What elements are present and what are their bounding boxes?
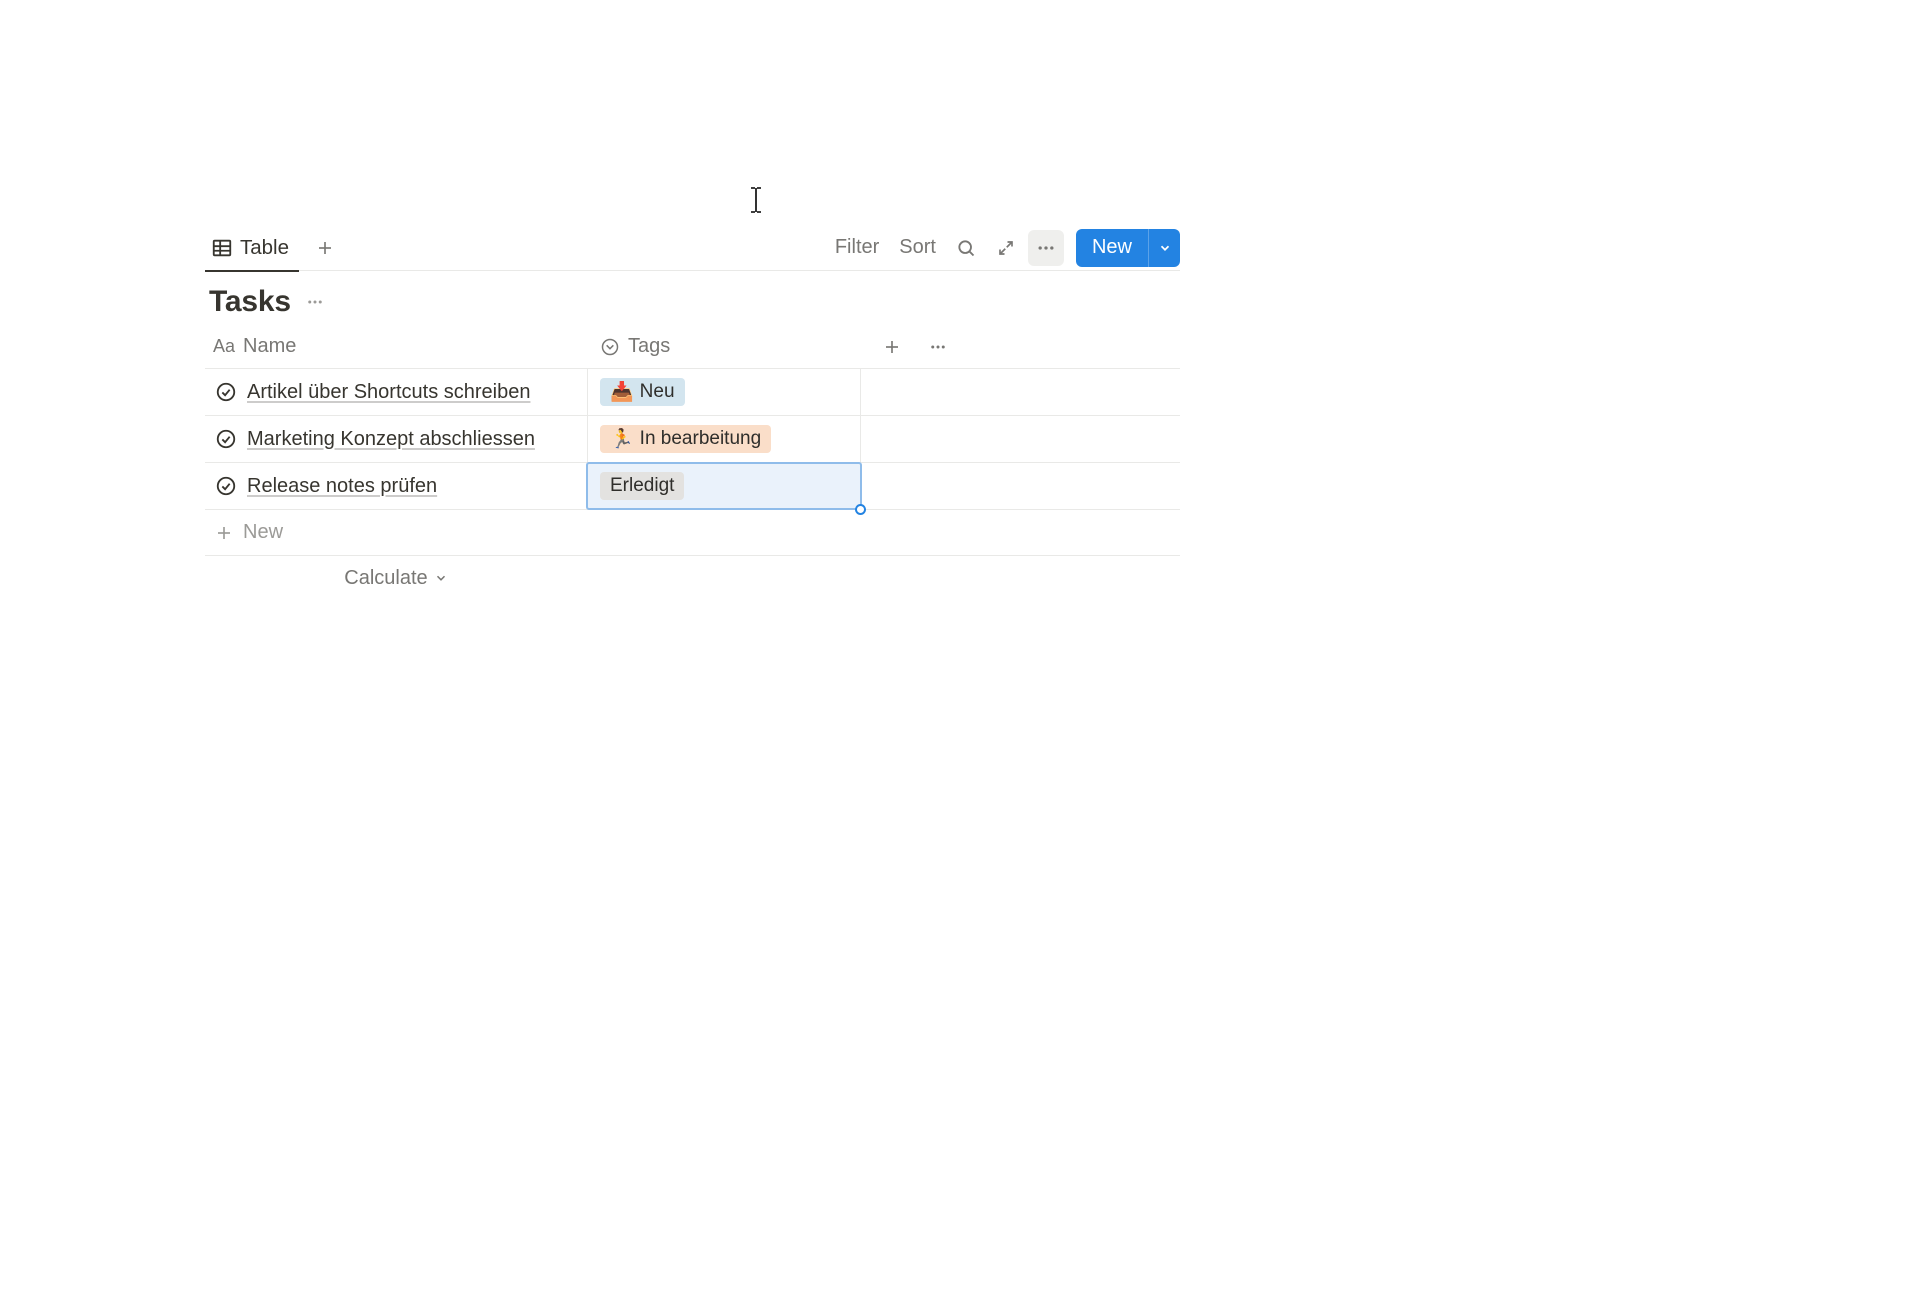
page-title-link[interactable]: Release notes prüfen: [247, 475, 437, 498]
cell-tags[interactable]: Erledigt: [587, 463, 861, 509]
todo-status-icon[interactable]: [215, 381, 237, 403]
table-header-row: Aa Name Tags: [205, 325, 1180, 369]
column-options-button[interactable]: [923, 332, 953, 362]
dots-horizontal-icon: [306, 293, 324, 311]
cell-fill-handle[interactable]: [855, 504, 866, 515]
page-title-link[interactable]: Artikel über Shortcuts schreiben: [247, 381, 530, 404]
search-button[interactable]: [948, 230, 984, 266]
text-property-icon: Aa: [213, 336, 235, 357]
dots-horizontal-icon: [929, 338, 947, 356]
cell-empty[interactable]: [861, 369, 1180, 415]
cell-tags[interactable]: 📥 Neu: [587, 369, 861, 415]
more-options-button[interactable]: [1028, 230, 1064, 266]
tag-label: Neu: [640, 381, 675, 403]
cell-empty[interactable]: [861, 416, 1180, 462]
tag-emoji: 🏃: [610, 427, 634, 451]
table-body: Artikel über Shortcuts schreiben 📥 Neu Mark…: [205, 369, 1180, 510]
cell-name[interactable]: Marketing Konzept abschliessen: [205, 416, 587, 462]
sort-button[interactable]: Sort: [891, 230, 944, 266]
database-toolbar: Table Filter Sort: [205, 225, 1180, 271]
table-row: Marketing Konzept abschliessen 🏃 In bearbe…: [205, 416, 1180, 463]
tag-label: In bearbeitung: [640, 428, 762, 450]
database-block: Table Filter Sort: [205, 225, 1180, 600]
status-tag: Erledigt: [600, 472, 684, 500]
column-header-name[interactable]: Aa Name: [205, 335, 587, 358]
new-button[interactable]: New: [1076, 229, 1148, 267]
cell-tags[interactable]: 🏃 In bearbeitung: [587, 416, 861, 462]
status-tag: 📥 Neu: [600, 378, 685, 406]
add-row-button[interactable]: New: [205, 510, 1180, 556]
view-tab-table[interactable]: Table: [205, 225, 299, 271]
new-button-dropdown[interactable]: [1148, 229, 1180, 267]
table-footer: Calculate: [205, 556, 1180, 600]
todo-status-icon[interactable]: [215, 475, 237, 497]
column-header-tags[interactable]: Tags: [587, 335, 861, 358]
dots-horizontal-icon: [1036, 238, 1056, 258]
text-caret-cursor: [748, 186, 764, 214]
table-row: Artikel über Shortcuts schreiben 📥 Neu: [205, 369, 1180, 416]
chevron-down-icon: [434, 571, 448, 585]
table-icon: [211, 237, 233, 259]
cell-name[interactable]: Release notes prüfen: [205, 463, 587, 509]
select-property-icon: [600, 337, 620, 357]
plus-icon: [883, 338, 901, 356]
view-tab-label: Table: [240, 236, 289, 260]
calculate-button[interactable]: Calculate: [205, 567, 587, 590]
filter-button[interactable]: Filter: [827, 230, 887, 266]
status-tag: 🏃 In bearbeitung: [600, 425, 771, 453]
tag-emoji: 📥: [610, 380, 634, 404]
new-button-group: New: [1076, 229, 1180, 267]
add-column-button[interactable]: [877, 332, 907, 362]
plus-icon: [316, 239, 334, 257]
add-view-button[interactable]: [307, 230, 343, 266]
chevron-down-icon: [1158, 241, 1172, 255]
search-icon: [956, 238, 976, 258]
table-row: Release notes prüfen Erledigt: [205, 463, 1180, 510]
database-title[interactable]: Tasks: [209, 285, 291, 319]
page-title-link[interactable]: Marketing Konzept abschliessen: [247, 428, 535, 451]
expand-button[interactable]: [988, 230, 1024, 266]
expand-icon: [997, 239, 1015, 257]
todo-status-icon[interactable]: [215, 428, 237, 450]
database-menu-button[interactable]: [301, 288, 329, 316]
tag-label: Erledigt: [610, 475, 674, 497]
cell-name[interactable]: Artikel über Shortcuts schreiben: [205, 369, 587, 415]
plus-icon: [215, 524, 233, 542]
cell-empty[interactable]: [861, 463, 1180, 509]
